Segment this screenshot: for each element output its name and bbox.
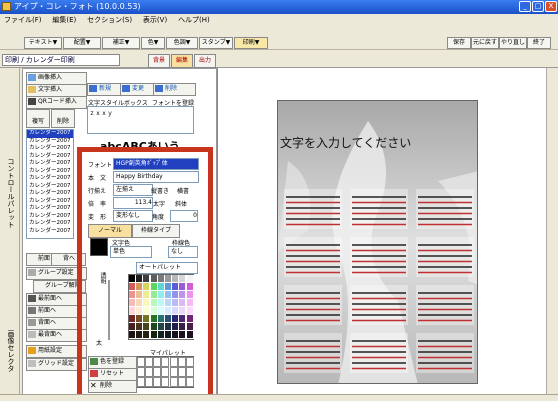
tab-output[interactable]: 出力 (194, 54, 216, 68)
image-selector-label[interactable]: 画像セレクタ (6, 330, 16, 372)
toolbar-layout-button[interactable]: 配置▼ (63, 37, 101, 49)
close-button[interactable]: X (545, 1, 557, 12)
toolbar-print-button[interactable]: 印刷▼ (234, 37, 268, 49)
delete-button[interactable]: 削除 (51, 109, 75, 128)
object-list-item[interactable]: カレンダー2007 (27, 175, 73, 183)
menu-view[interactable]: 表示(V) (139, 14, 171, 26)
object-list-item[interactable]: カレンダー2007 (27, 228, 73, 236)
send-backward-label: 背面へ (38, 319, 57, 326)
insert-text-label: 文字挿入 (38, 86, 63, 93)
style-delete-icon (155, 85, 163, 92)
paper-setup-label: 用紙設定 (38, 347, 63, 354)
toolbar-tone-button[interactable]: 色調▼ (166, 37, 198, 49)
calendar-month-block (416, 285, 474, 325)
group-icon (28, 269, 36, 276)
bring-forward-label: 前面へ (38, 307, 57, 314)
style-new-icon (89, 85, 97, 92)
calendar-month-block (284, 285, 342, 325)
tab-edit[interactable]: 編集 (171, 54, 193, 68)
style-preview-box[interactable]: ｚｘｘｙ (87, 106, 194, 134)
object-list-item[interactable]: カレンダー2007 (27, 138, 73, 146)
title-bar: アイプ・コレ・フォト (10.0.0.53) _ □ X (0, 0, 558, 14)
style-change-label: 変更 (132, 85, 145, 92)
insert-qr-button[interactable]: QRコード挿入 (26, 96, 87, 109)
vertical-scrollbar[interactable] (546, 68, 558, 394)
send-backward-icon (28, 319, 36, 326)
app-icon (2, 2, 11, 11)
object-list-item[interactable]: カレンダー2007 (27, 183, 73, 191)
toolbar-save-button[interactable]: 保存 (447, 37, 471, 49)
style-change-icon (122, 85, 130, 92)
window-title: アイプ・コレ・フォト (10.0.0.53) (14, 2, 141, 11)
style-new-label: 新規 (99, 85, 112, 92)
object-list-item[interactable]: カレンダー2007 (27, 213, 73, 221)
qr-icon (28, 98, 36, 105)
object-list-item[interactable]: カレンダー2007 (27, 153, 73, 161)
toolbar-text-button[interactable]: テキスト▼ (24, 37, 62, 49)
image-icon (28, 74, 36, 81)
document-title: 印刷 / カレンダー印刷 (2, 54, 120, 66)
object-list-item[interactable]: カレンダー2007 (27, 168, 73, 176)
control-palette-label[interactable]: コントロールパレット (6, 158, 16, 228)
maximize-button[interactable]: □ (532, 1, 544, 12)
calendar-month-block (350, 189, 408, 229)
bring-to-front-label: 最前面へ (38, 295, 63, 302)
toolbar-stamp-button[interactable]: スタンプ▼ (199, 37, 233, 49)
object-list-item[interactable]: カレンダー2007 (27, 145, 73, 153)
status-bar (0, 394, 558, 401)
calendar-month-block (350, 333, 408, 373)
toolbar-undo-button[interactable]: 元に戻す (471, 37, 499, 49)
calendar-month-block (284, 189, 342, 229)
toolbar-correct-button[interactable]: 補正▼ (102, 37, 140, 49)
bring-forward-icon (28, 307, 36, 314)
toolbar-redo-button[interactable]: やり直し (499, 37, 527, 49)
left-strip: コントロールパレット 画像セレクタ (0, 68, 20, 394)
object-list-item[interactable]: カレンダー2007 (27, 160, 73, 168)
highlight-frame (77, 147, 213, 401)
object-list-item[interactable]: カレンダー2007 (27, 198, 73, 206)
send-back-icon (28, 331, 36, 338)
style-delete-label: 削除 (165, 85, 178, 92)
minimize-button[interactable]: _ (519, 1, 531, 12)
calendar-month-block (284, 333, 342, 373)
toolbar-color-button[interactable]: 色▼ (141, 37, 165, 49)
object-list-item[interactable]: カレンダー2007 (27, 220, 73, 228)
object-list-item[interactable]: カレンダー2007 (27, 190, 73, 198)
bring-front-icon (28, 295, 36, 302)
menu-file[interactable]: ファイル(F) (0, 14, 46, 26)
calendar-document[interactable]: 文字を入力してください (277, 100, 478, 384)
menu-help[interactable]: ヘルプ(H) (174, 14, 214, 26)
calendar-month-block (416, 333, 474, 373)
calendar-month-block (350, 285, 408, 325)
menu-section[interactable]: セクション(S) (83, 14, 136, 26)
calendar-month-block (416, 189, 474, 229)
insert-image-label: 画像挿入 (38, 74, 63, 81)
grid-setup-label: グリッド設定 (38, 360, 75, 367)
tab-background[interactable]: 背景 (148, 54, 170, 68)
calendar-month-block (350, 237, 408, 277)
overlay-text[interactable]: 文字を入力してください (280, 134, 411, 151)
menu-bar: ファイル(F) 編集(E) セクション(S) 表示(V) ヘルプ(H) (0, 14, 558, 26)
object-list-item[interactable]: カレンダー2007 (27, 205, 73, 213)
object-list-item[interactable]: カレンダー2007 (27, 130, 73, 138)
paper-icon (28, 347, 36, 354)
object-list[interactable]: カレンダー2007 カレンダー2007 カレンダー2007 カレンダー2007 カレンダ… (26, 129, 74, 239)
insert-qr-label: QRコード挿入 (38, 98, 77, 105)
text-icon (28, 86, 36, 93)
calendar-month-block (284, 237, 342, 277)
grid-icon (28, 360, 36, 367)
send-to-back-label: 最背面へ (38, 331, 63, 338)
menu-edit[interactable]: 編集(E) (48, 14, 80, 26)
group-set-label: グループ設定 (38, 269, 74, 276)
copy-button[interactable]: 複写 (26, 109, 50, 128)
style-delete-button[interactable]: 削除 (153, 83, 196, 96)
calendar-month-block (416, 237, 474, 277)
toolbar-exit-button[interactable]: 終了 (527, 37, 551, 49)
